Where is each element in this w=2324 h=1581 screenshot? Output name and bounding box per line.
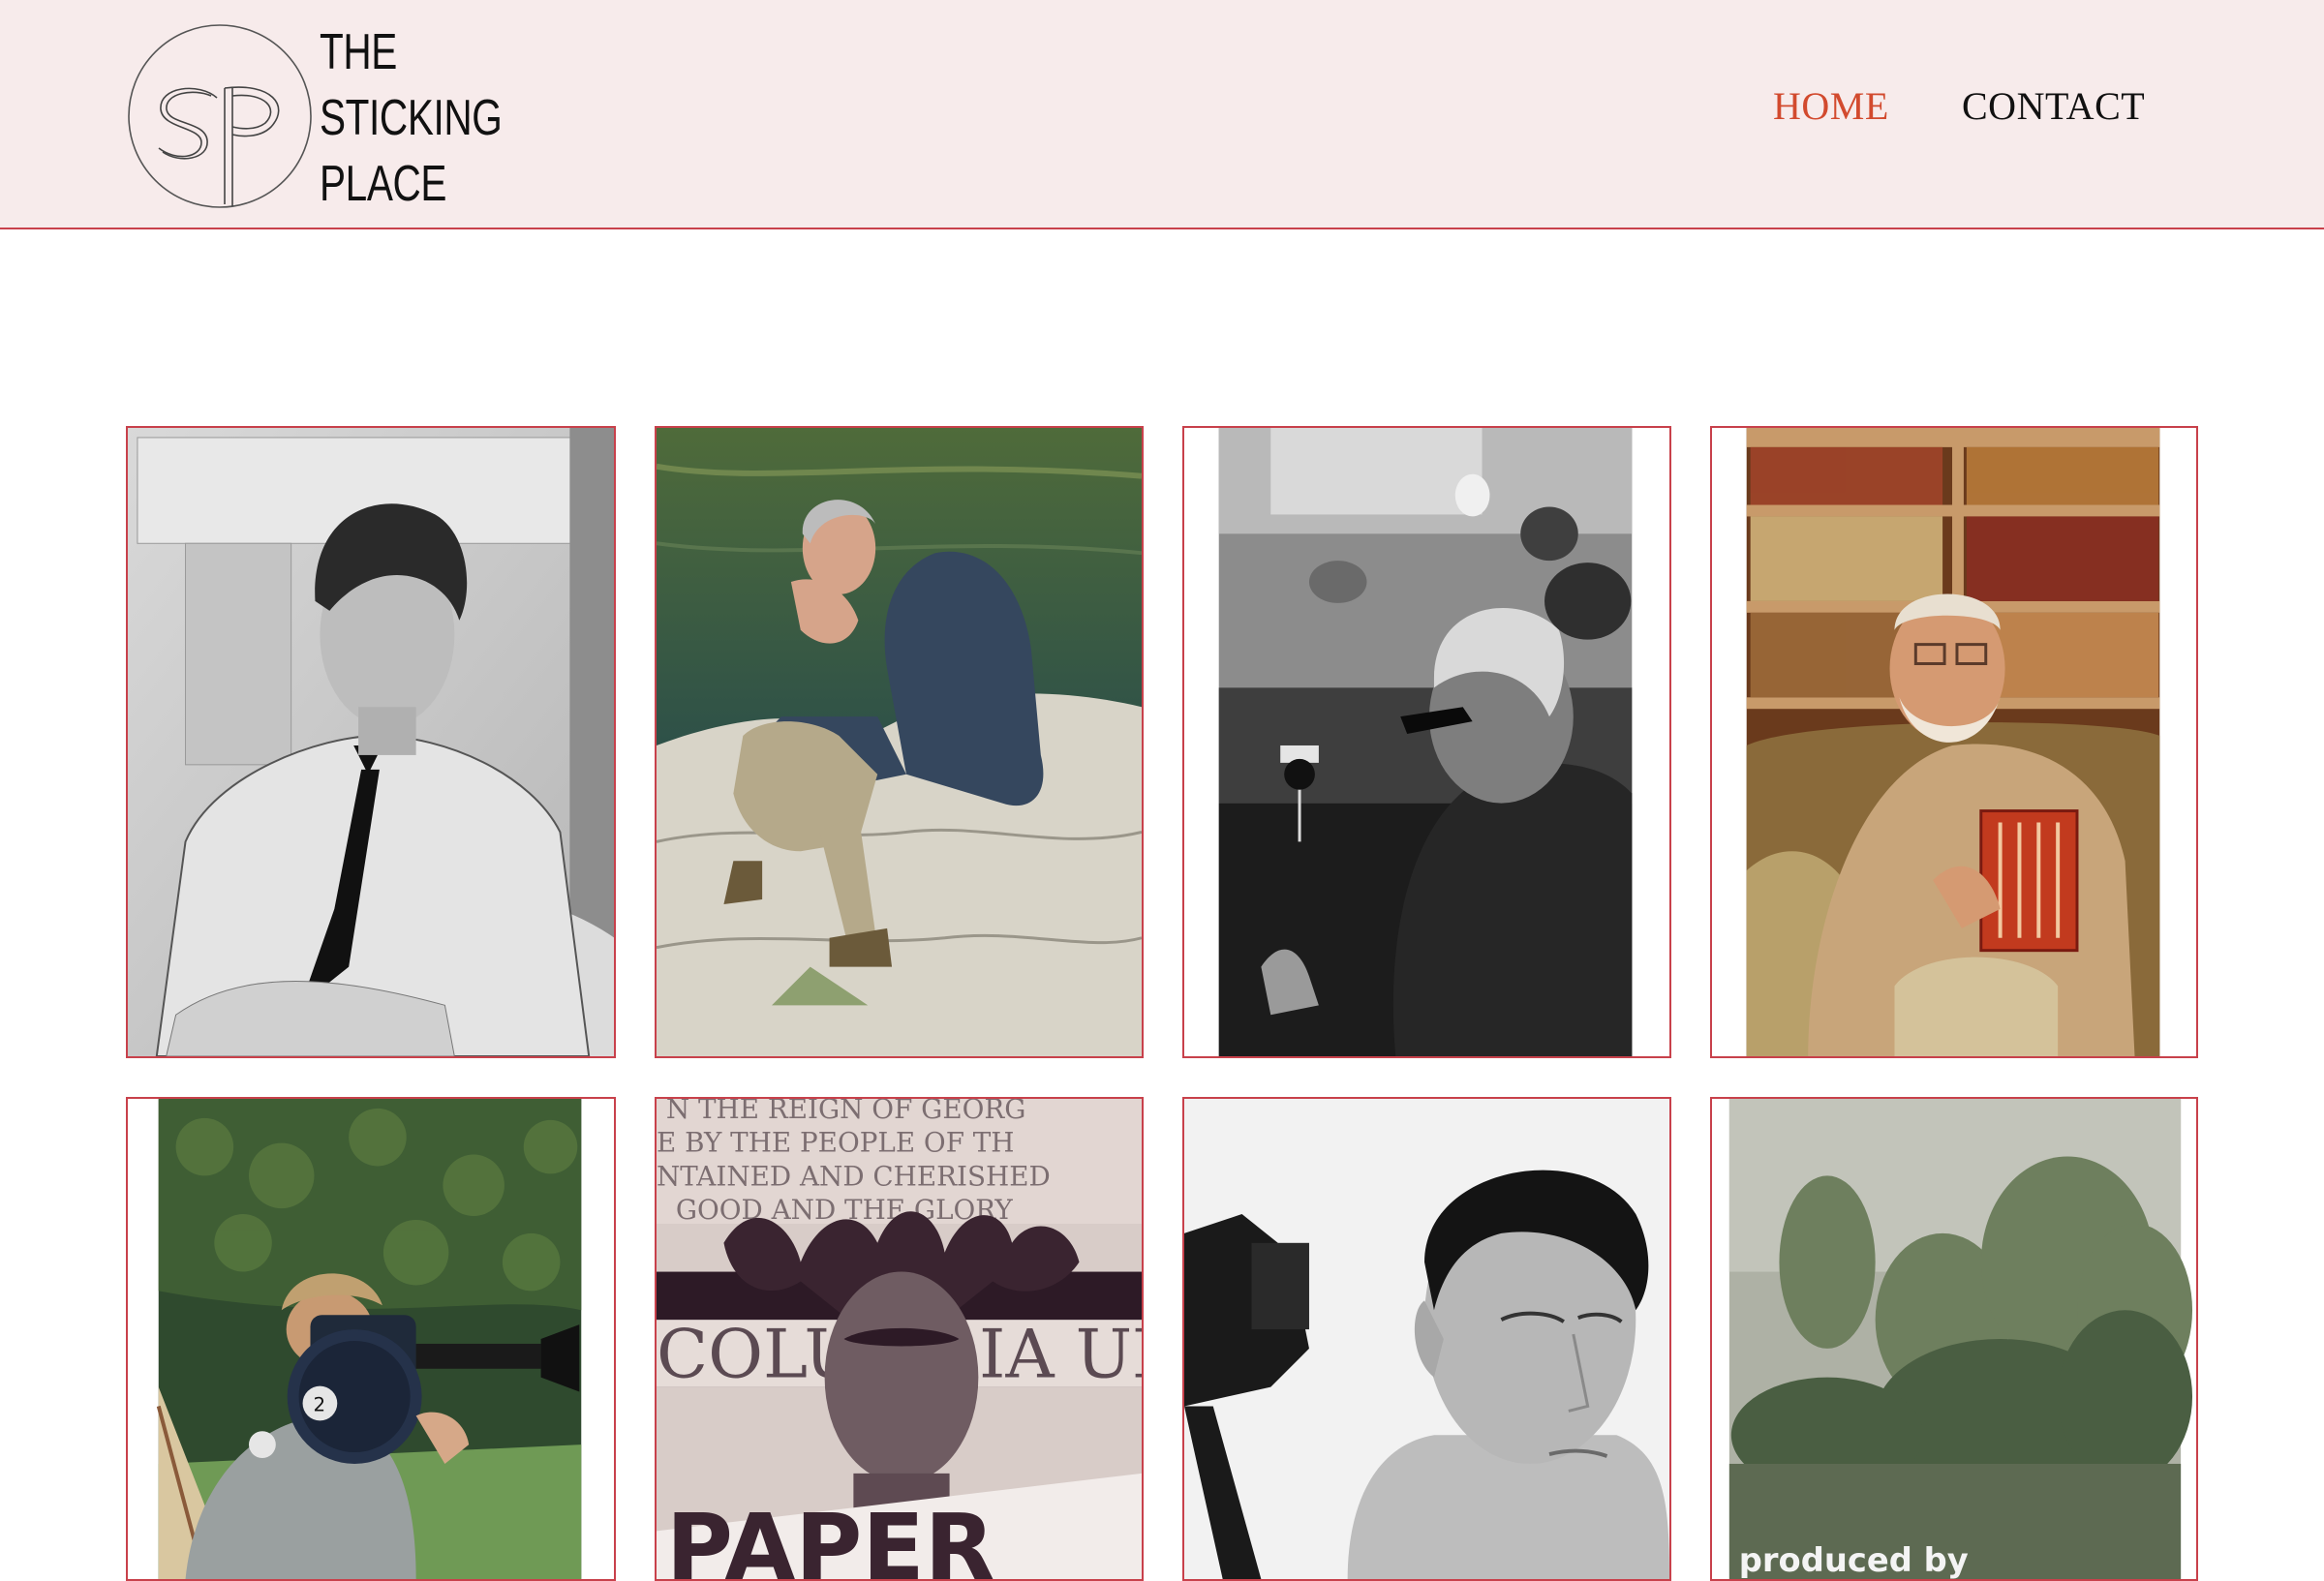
photo-man-sunglasses (1184, 428, 1669, 1056)
brand-line-3: PLACE (320, 156, 447, 212)
brand-name: THE STICKING PLACE (320, 19, 503, 217)
logo-link[interactable]: SP THE STICKING PLACE (0, 0, 504, 229)
brand-line-2: STICKING (320, 90, 503, 146)
gallery-tile-man-with-book[interactable] (1710, 426, 2198, 1058)
site-header: SP THE STICKING PLACE HOME CONTACT (0, 0, 2324, 229)
inscription-line-3: NTAINED AND CHERISHED (657, 1160, 1051, 1192)
photo-portrait-man-necktie (128, 428, 614, 1056)
poster-credit-text: produced by (1739, 1541, 1969, 1579)
gallery-tile-misty-trees[interactable]: produced by (1710, 1097, 2198, 1581)
svg-text:2: 2 (313, 1393, 325, 1415)
photo-misty-trees: produced by (1712, 1099, 2196, 1579)
photo-man-on-rocks (657, 428, 1142, 1056)
gallery-tile-young-man-camera[interactable] (1182, 1097, 1671, 1581)
gallery-tile-man-sunglasses[interactable] (1182, 426, 1671, 1058)
photo-man-with-book (1712, 428, 2196, 1056)
inscription-line-2: E BY THE PEOPLE OF TH (657, 1127, 1015, 1159)
photo-young-man-camera (1184, 1099, 1669, 1579)
photo-statue-columbia: N THE REIGN OF GEORG E BY THE PEOPLE OF … (657, 1099, 1142, 1579)
svg-text:SP: SP (211, 165, 213, 167)
inscription-line-1: N THE REIGN OF GEORG (666, 1099, 1026, 1125)
gallery-tile-man-on-rocks[interactable] (655, 426, 1144, 1058)
nav-contact-link[interactable]: CONTACT (1962, 83, 2145, 129)
gallery-tile-portrait-man-necktie[interactable] (126, 426, 616, 1058)
logo-monogram-icon: SP (128, 24, 312, 208)
photo-person-film-camera: 2 (128, 1099, 614, 1579)
gallery-tile-person-film-camera[interactable]: 2 (126, 1097, 616, 1581)
nav-home-link[interactable]: HOME (1773, 83, 1889, 129)
brand-line-1: THE (320, 24, 397, 80)
protest-sign-text: PAPER (666, 1496, 994, 1579)
gallery-tile-statue-columbia[interactable]: N THE REIGN OF GEORG E BY THE PEOPLE OF … (655, 1097, 1144, 1581)
